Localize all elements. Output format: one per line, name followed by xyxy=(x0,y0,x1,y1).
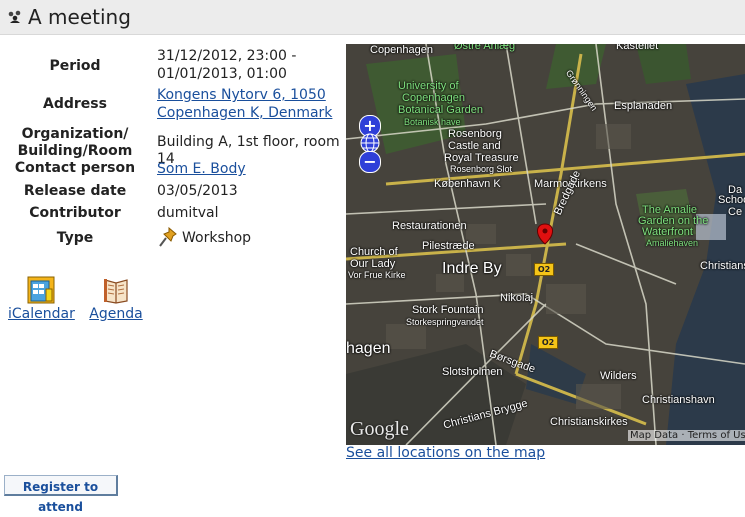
globe-icon[interactable] xyxy=(360,133,380,153)
map-label-church-2: Our Lady xyxy=(350,258,396,270)
map-label-christianskirkes: Christianskirkes xyxy=(550,416,628,428)
register-to-attend-button[interactable]: Register to attend xyxy=(4,475,118,514)
pushpin-icon xyxy=(159,227,177,247)
map-label-kobenhavn-k: København K xyxy=(434,178,501,190)
address-link-line2[interactable]: Copenhagen K, Denmark xyxy=(157,105,332,122)
contact-row: Contact person Som E. Body xyxy=(0,160,345,182)
people-group-icon xyxy=(8,10,21,23)
release-value: 03/05/2013 xyxy=(157,183,238,199)
map-label-christianshavn: Christianshavn xyxy=(642,394,715,406)
organization-row: Organization/ Building/Room Building A, … xyxy=(0,124,345,167)
address-label: Address xyxy=(43,96,107,112)
organization-label-line1: Organization/ xyxy=(21,126,129,142)
map-label-church-3: Vor Frue Kirke xyxy=(348,270,406,280)
map-label-rosenborg-2: Castle and xyxy=(448,140,501,152)
map-label-kastellet: Kastellet xyxy=(616,44,659,52)
contributor-value: dumitval xyxy=(157,205,219,221)
map-label-stork-1: Stork Fountain xyxy=(412,304,484,316)
map-label-botanical-2: Copenhagen xyxy=(402,92,466,104)
map-label-pilestraede: Pilestræde xyxy=(422,240,475,252)
address-row: Address Kongens Nytorv 6, 1050 Copenhage… xyxy=(0,86,345,124)
contributor-label: Contributor xyxy=(29,205,121,221)
map-label-copenhagen: Copenhagen xyxy=(370,44,434,56)
agenda-action[interactable]: Agenda xyxy=(88,276,144,322)
type-label: Type xyxy=(56,230,94,246)
type-value: Workshop xyxy=(182,230,252,246)
release-row: Release date 03/05/2013 xyxy=(0,183,345,205)
map-label-indre-by: Indre By xyxy=(442,260,502,277)
google-logo: Google xyxy=(350,418,409,440)
map-label-botanical-3: Botanical Garden xyxy=(398,104,483,116)
map-label-amalie-3: Waterfront xyxy=(642,226,693,238)
map-label-rosenborg-1: Rosenborg xyxy=(448,128,502,140)
map-label-rosenborg-4: Rosenborg Slot xyxy=(450,164,513,174)
map-label-botanical-1: University of xyxy=(398,80,459,92)
agenda-link[interactable]: Agenda xyxy=(89,306,142,322)
address-link-line1[interactable]: Kongens Nytorv 6, 1050 xyxy=(157,87,326,104)
period-label: Period xyxy=(49,58,101,74)
map-label-church-1: Church of xyxy=(350,246,398,258)
all-locations-map-link[interactable]: See all locations on the map xyxy=(346,445,545,461)
contact-label: Contact person xyxy=(14,160,136,176)
map-label-rosenborg-3: Royal Treasure xyxy=(444,152,519,164)
contact-link[interactable]: Som E. Body xyxy=(157,161,246,178)
map-label-hagen: hagen xyxy=(346,340,391,357)
period-row: Period 31/12/2012, 23:00 - 01/01/2013, 0… xyxy=(0,48,345,86)
map-label-esplanaden: Esplanaden xyxy=(614,100,673,112)
map-label-restaurationen: Restaurationen xyxy=(392,220,467,232)
map-attribution[interactable]: Map Data · Terms of Use xyxy=(628,430,745,441)
zoom-out-button[interactable]: − xyxy=(359,151,381,173)
map-label-dansk-2: Schoo xyxy=(718,194,745,206)
map-label-ostre-anlaeg: Østre Anlæg xyxy=(454,44,516,52)
release-label: Release date xyxy=(23,183,127,199)
map-label-dansk-3: Ce xyxy=(728,206,743,218)
calendar-icon[interactable] xyxy=(27,276,55,304)
map-label-amalie-4: Amaliehaven xyxy=(646,238,699,248)
map-label-botanical-4: Botanisk have xyxy=(404,117,461,127)
map-label-nikolaj: Nikolaj xyxy=(500,292,534,304)
map-zoom-controls: + − xyxy=(359,115,381,173)
organization-label-line2: Building/Room xyxy=(17,143,133,159)
period-value-end: 01/01/2013, 01:00 xyxy=(157,66,287,82)
page-title: A meeting xyxy=(28,5,131,29)
period-value-start: 31/12/2012, 23:00 - xyxy=(157,48,297,64)
type-row: Type Workshop xyxy=(0,227,345,253)
page-header: A meeting xyxy=(0,0,745,35)
map-label-slotsholmen: Slotsholmen xyxy=(442,366,503,378)
map-label-christians: Christians xyxy=(700,260,745,272)
event-details: Period 31/12/2012, 23:00 - 01/01/2013, 0… xyxy=(0,44,345,247)
metro-line-badge: O2 xyxy=(538,336,558,349)
icalendar-action[interactable]: iCalendar xyxy=(8,276,75,322)
map-label-stork-2: Storkespringvandet xyxy=(406,317,484,327)
map-label-wilders: Wilders xyxy=(600,370,637,382)
location-map[interactable]: Copenhagen Østre Anlæg Kastellet Univers… xyxy=(346,44,745,445)
agenda-book-icon[interactable] xyxy=(102,276,130,304)
contributor-row: Contributor dumitval xyxy=(0,205,345,227)
icalendar-link[interactable]: iCalendar xyxy=(8,306,75,322)
metro-line-badge: O2 xyxy=(534,263,554,276)
